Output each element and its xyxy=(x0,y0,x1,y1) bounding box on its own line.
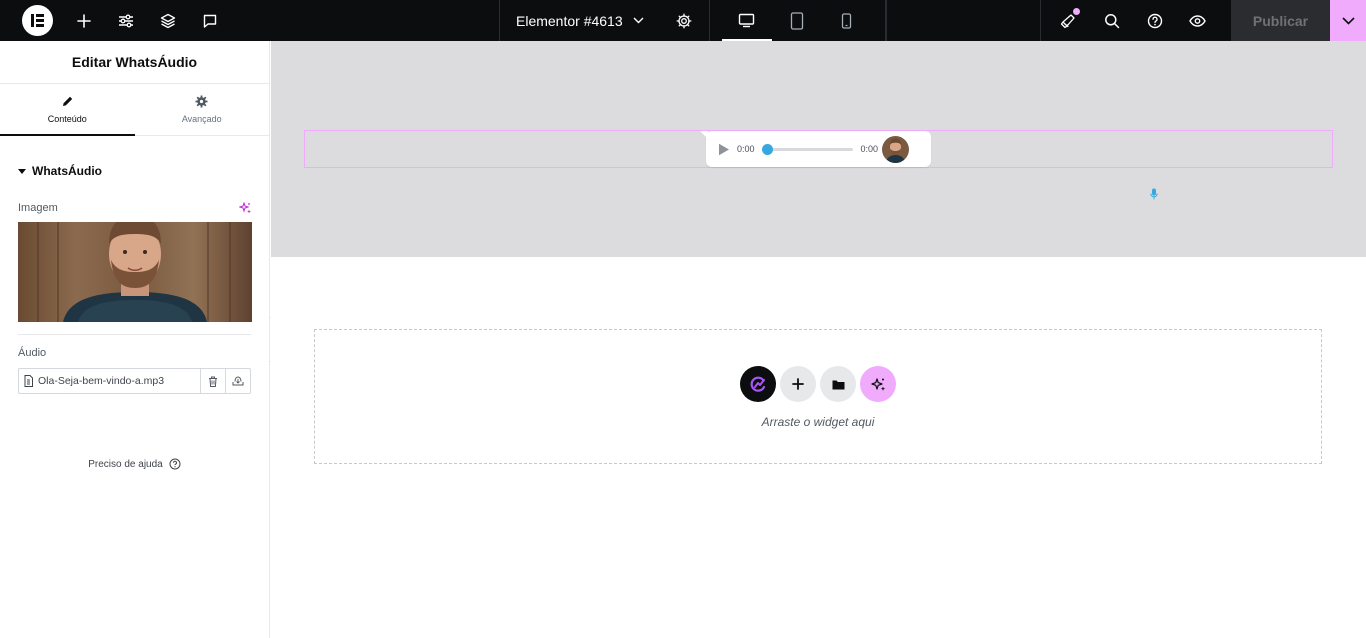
notification-dot xyxy=(1073,8,1080,15)
top-bar-center: Elementor #4613 xyxy=(499,0,887,41)
image-preview[interactable] xyxy=(18,222,252,322)
progress-track[interactable] xyxy=(761,143,853,155)
file-audio-icon xyxy=(24,375,33,387)
section-toggle-whatsaudio[interactable]: WhatsÁudio xyxy=(0,136,269,178)
empty-section-drop-zone[interactable]: Arraste o widget aqui xyxy=(314,329,1322,464)
device-desktop-icon[interactable] xyxy=(721,0,772,41)
preview-canvas: 0:00 0:00 Arraste o widget aqui xyxy=(271,41,1366,638)
gear-icon xyxy=(195,95,208,108)
tab-advanced-label: Avançado xyxy=(181,114,222,124)
duration: 0:00 xyxy=(860,144,879,154)
panel-tabs: Conteúdo Avançado xyxy=(0,84,269,136)
whats-new-megaphone-icon[interactable] xyxy=(1047,0,1090,41)
section-title: WhatsÁudio xyxy=(32,164,102,178)
avatar xyxy=(882,135,910,163)
folder-icon xyxy=(832,380,844,389)
question-circle-icon xyxy=(169,458,181,470)
comments-icon[interactable] xyxy=(189,0,231,41)
audio-file-name[interactable]: Ola-Seja-bem-vindo-a.mp3 xyxy=(19,369,200,393)
image-control-header: Imagem xyxy=(0,202,269,214)
current-time: 0:00 xyxy=(737,144,755,154)
plus-icon xyxy=(792,378,804,390)
top-bar: Elementor #4613 Publicar xyxy=(0,0,1366,41)
tab-content-label: Conteúdo xyxy=(47,114,87,124)
drop-zone-text: Arraste o widget aqui xyxy=(761,415,875,429)
help-link-label: Preciso de ajuda xyxy=(88,458,163,470)
pencil-icon xyxy=(62,96,72,106)
publish-options-button[interactable] xyxy=(1330,0,1366,41)
tab-advanced[interactable]: Avançado xyxy=(135,84,270,135)
top-bar-right: Publicar xyxy=(1040,0,1366,41)
audio-label: Áudio xyxy=(18,347,47,359)
help-icon[interactable] xyxy=(1133,0,1176,41)
portrait-photo xyxy=(18,222,252,322)
play-icon[interactable] xyxy=(718,143,730,156)
document-title-dropdown[interactable]: Elementor #4613 xyxy=(500,0,660,41)
ai-logo-icon xyxy=(750,376,766,392)
progress-knob[interactable] xyxy=(761,143,773,155)
top-bar-left xyxy=(0,0,499,41)
preview-eye-icon[interactable] xyxy=(1176,0,1219,41)
ai-sparkle-icon xyxy=(870,377,885,391)
tab-content[interactable]: Conteúdo xyxy=(0,84,135,136)
ai-generate-button[interactable] xyxy=(860,366,896,402)
document-settings-gear-icon[interactable] xyxy=(660,0,710,41)
device-tablet-icon[interactable] xyxy=(772,0,822,41)
audio-file-label: Ola-Seja-bem-vindo-a.mp3 xyxy=(38,375,165,387)
add-element-icon[interactable] xyxy=(63,0,105,41)
top-bar-spacer xyxy=(887,0,1040,41)
editor-panel: Editar WhatsÁudio Conteúdo Avançado What… xyxy=(0,41,270,638)
search-icon[interactable] xyxy=(1090,0,1133,41)
caret-down-icon xyxy=(18,168,26,174)
structure-layers-icon[interactable] xyxy=(147,0,189,41)
ai-sparkle-icon[interactable] xyxy=(239,202,251,214)
image-label: Imagem xyxy=(18,202,58,214)
chevron-down-icon xyxy=(1341,16,1355,25)
upload-audio-icon[interactable] xyxy=(225,369,250,393)
add-new-container-button[interactable] xyxy=(780,366,816,402)
document-title: Elementor #4613 xyxy=(516,12,623,29)
delete-audio-trash-icon[interactable] xyxy=(200,369,225,393)
drop-zone-buttons xyxy=(315,366,1321,402)
whatsaudio-player: 0:00 0:00 xyxy=(700,131,931,167)
site-settings-icon[interactable] xyxy=(105,0,147,41)
help-link[interactable]: Preciso de ajuda xyxy=(0,458,269,470)
ai-site-planner-button[interactable] xyxy=(740,366,776,402)
add-template-button[interactable] xyxy=(820,366,856,402)
microphone-icon xyxy=(1150,188,1158,200)
device-mobile-icon[interactable] xyxy=(822,0,872,41)
audio-file-control: Ola-Seja-bem-vindo-a.mp3 xyxy=(18,368,251,394)
publish-button[interactable]: Publicar xyxy=(1231,0,1330,41)
chevron-down-icon xyxy=(633,17,644,24)
responsive-device-switcher xyxy=(710,0,886,41)
panel-title: Editar WhatsÁudio xyxy=(0,41,269,84)
elementor-logo-icon[interactable] xyxy=(22,5,53,36)
